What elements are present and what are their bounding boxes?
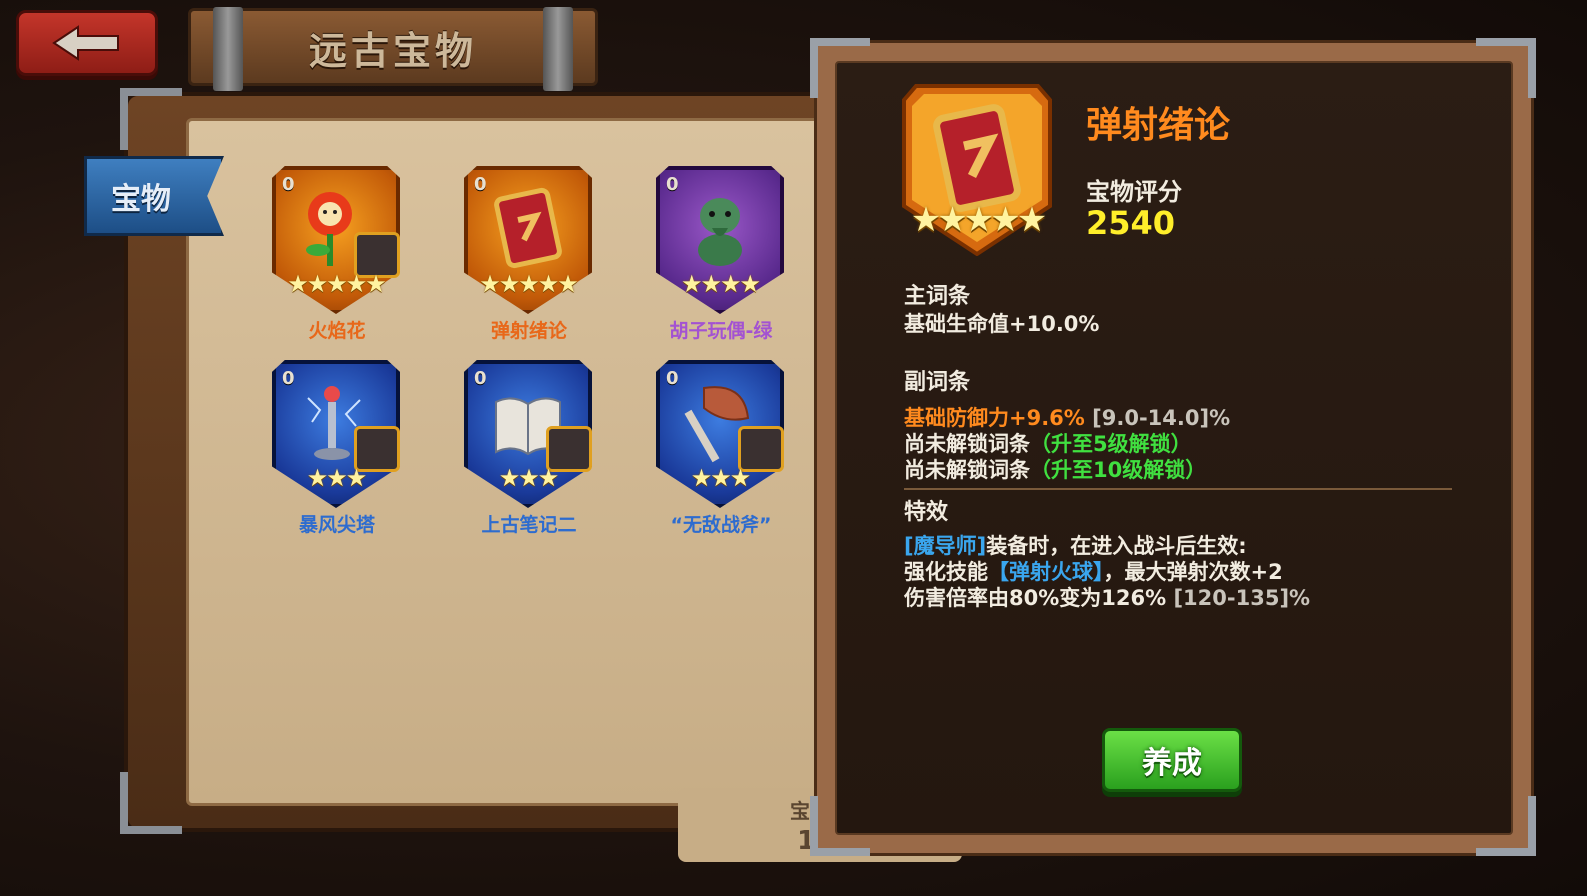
selected-item-icon: ★★★★★ (902, 82, 1052, 257)
tab-treasure[interactable]: 宝物 (84, 156, 224, 236)
rune-book-icon (494, 187, 562, 269)
score-label: 宝物评分 (1086, 178, 1182, 206)
item-card[interactable]: 0 ★★★ 暴风尖塔 (272, 360, 402, 536)
panel-corner (810, 38, 870, 98)
main-stat-title: 主词条 (904, 284, 971, 309)
train-button-label: 养成 (1142, 746, 1202, 781)
item-name: “无敌战斧” (670, 514, 772, 536)
effect-text: 装备时，在进入战斗后生效: (986, 534, 1247, 558)
item-name: 上古笔记二 (481, 514, 577, 536)
item-name: 暴风尖塔 (298, 514, 375, 536)
locked-stat-row: 尚未解锁词条（升至10级解锁） (904, 454, 1206, 484)
bolt-decoration (543, 7, 573, 91)
locked-stat-hint: （升至5级解锁） (1030, 432, 1192, 456)
main-stat-value: 基础生命值+10.0% (904, 312, 1100, 336)
selected-item-name: 弹射绪论 (1086, 105, 1231, 146)
item-card[interactable]: 0 ★★★ 上古笔记二 (464, 360, 594, 536)
item-card[interactable]: 0 ★★★ “无敌战斧” (656, 360, 786, 536)
panel-corner (810, 796, 870, 856)
tab-label: 宝物 (111, 182, 171, 217)
sub-stat-value: 基础防御力+9.6% (904, 406, 1085, 430)
locked-stat-hint: （升至10级解锁） (1030, 458, 1207, 482)
arrow-left-icon (52, 25, 119, 61)
title-board: 远古宝物 (188, 7, 598, 91)
item-name: 胡子玩偶-绿 (669, 320, 773, 342)
sub-stat-title: 副词条 (904, 370, 971, 395)
star-rating: ★★★★ (680, 270, 761, 298)
item-count: 0 (282, 368, 295, 389)
item-name: 弹射绪论 (490, 320, 567, 342)
frame-corner (120, 772, 182, 834)
sub-stat-range: [9.0-14.0]% (1092, 406, 1231, 430)
effect-text: 伤害倍率由80%变为126% (904, 586, 1167, 610)
locked-stat-label: 尚未解锁词条 (904, 432, 1030, 456)
star-rating: ★★★★★ (479, 270, 579, 298)
section-divider (904, 488, 1452, 490)
star-rating: ★★★ (306, 464, 368, 492)
effect-line: 伤害倍率由80%变为126% [120-135]% (904, 582, 1310, 612)
star-rating: ★★★★★ (287, 270, 387, 298)
star-rating: ★★★ (498, 464, 560, 492)
effect-class: [魔导师] (904, 534, 987, 558)
frame-corner (120, 88, 182, 150)
star-rating: ★★★★★ (910, 200, 1047, 240)
back-button[interactable] (16, 10, 158, 76)
bolt-decoration (213, 7, 243, 91)
item-name: 火焰花 (308, 320, 366, 342)
effect-text: ，最大弹射次数+2 (1103, 560, 1283, 584)
item-count: 0 (666, 174, 679, 195)
star-rating: ★★★ (690, 464, 752, 492)
item-card[interactable]: 0 ★★★★★ 弹射绪论 (464, 166, 594, 342)
effect-skill: 【弹射火球】 (988, 560, 1104, 584)
item-count: 0 (666, 368, 679, 389)
item-count: 0 (474, 174, 487, 195)
train-button[interactable]: 养成 (1102, 728, 1242, 792)
panel-corner (1476, 38, 1536, 98)
page-title: 远古宝物 (308, 28, 477, 73)
effect-text: 强化技能 (904, 560, 988, 584)
item-card[interactable]: 0 ★★★★★ 火焰花 (272, 166, 402, 342)
locked-stat-label: 尚未解锁词条 (904, 458, 1030, 482)
effect-title: 特效 (904, 500, 949, 525)
item-count: 0 (474, 368, 487, 389)
score-value: 2540 (1086, 204, 1176, 242)
effect-range: [120-135]% (1173, 586, 1311, 610)
item-count: 0 (282, 174, 295, 195)
panel-corner (1476, 796, 1536, 856)
item-card[interactable]: 0 ★★★★ 胡子玩偶-绿 (656, 166, 786, 342)
beard-doll-icon (698, 198, 742, 266)
